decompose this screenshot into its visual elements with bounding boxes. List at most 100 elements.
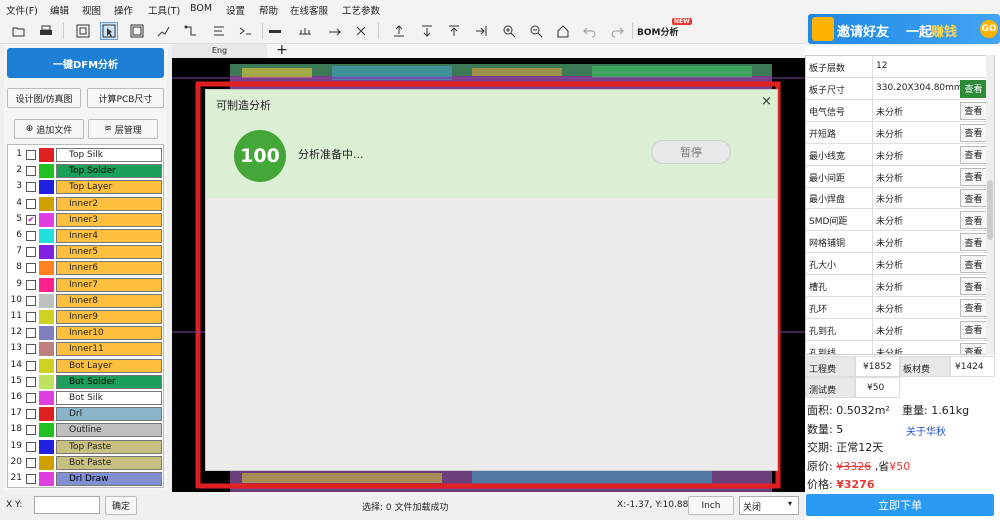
layer-visibility-checkbox[interactable] xyxy=(26,344,36,355)
layer-row[interactable]: 9 Inner7 xyxy=(8,277,165,293)
view-button[interactable]: 查看 xyxy=(960,79,987,98)
layer-color-swatch[interactable] xyxy=(39,326,54,341)
layer-color-swatch[interactable] xyxy=(39,245,54,260)
layer-row[interactable]: 20 Bot Paste xyxy=(8,455,165,471)
layer-name[interactable]: Top Layer xyxy=(56,180,162,195)
view-button[interactable]: 查看 xyxy=(960,277,987,295)
layer-row[interactable]: 3 Top Layer xyxy=(8,179,165,195)
menu-tools[interactable]: 工具(T) xyxy=(148,3,180,17)
tab-eng[interactable]: Eng xyxy=(172,44,267,58)
layer-row[interactable]: 2 Top Solder xyxy=(8,163,165,179)
layer-visibility-checkbox[interactable] xyxy=(26,360,36,371)
layer-visibility-checkbox[interactable] xyxy=(26,425,36,436)
layer-row[interactable]: 5 ✔ Inner3 xyxy=(8,212,165,228)
layer-row[interactable]: 18 Outline xyxy=(8,422,165,438)
layer-visibility-checkbox[interactable] xyxy=(26,457,36,468)
layer-color-swatch[interactable] xyxy=(39,472,54,486)
one-click-dfm-button[interactable]: 一键DFM分析 xyxy=(7,48,164,78)
layer-color-swatch[interactable] xyxy=(39,180,54,195)
layer-name[interactable]: Inner7 xyxy=(56,277,162,292)
order-now-button[interactable]: 立即下单 xyxy=(806,494,994,516)
layer-color-swatch[interactable] xyxy=(39,164,54,179)
open-icon[interactable] xyxy=(10,22,28,40)
menu-online-service[interactable]: 在线客服 xyxy=(290,3,328,17)
layer-color-swatch[interactable] xyxy=(39,407,54,422)
view-button[interactable]: 查看 xyxy=(960,233,987,252)
layer-color-swatch[interactable] xyxy=(39,229,54,243)
layer-visibility-checkbox[interactable] xyxy=(26,441,36,452)
confirm-button[interactable]: 确定 xyxy=(105,496,137,515)
layer-down-icon[interactable] xyxy=(418,22,436,40)
layer-visibility-checkbox[interactable] xyxy=(26,279,36,290)
layer-name[interactable]: Top Solder xyxy=(56,164,162,179)
flip-icon[interactable] xyxy=(352,22,370,40)
redo-icon[interactable] xyxy=(608,22,626,40)
view-button[interactable]: 查看 xyxy=(960,145,987,164)
layer-name[interactable]: Inner11 xyxy=(56,342,162,357)
layer-visibility-checkbox[interactable] xyxy=(26,295,36,306)
view-button[interactable]: 查看 xyxy=(960,123,987,142)
dimension-icon[interactable] xyxy=(210,22,228,40)
layer-row[interactable]: 21 Drl Draw xyxy=(8,471,165,487)
layer-color-swatch[interactable] xyxy=(39,212,54,227)
layer-visibility-checkbox[interactable] xyxy=(26,231,36,241)
about-huaqiu-link[interactable]: 关于华秋 xyxy=(906,423,946,438)
scrollbar-thumb[interactable] xyxy=(987,180,993,240)
menu-edit[interactable]: 编辑 xyxy=(50,3,69,17)
mode-select[interactable]: 关闭 ▾ xyxy=(739,496,799,515)
layer-row[interactable]: 13 Inner11 xyxy=(8,341,165,357)
close-icon[interactable]: × xyxy=(761,94,772,109)
layer-name[interactable]: Inner4 xyxy=(56,229,162,243)
view-button[interactable]: 查看 xyxy=(960,342,987,354)
layer-color-swatch[interactable] xyxy=(39,277,54,292)
layer-row[interactable]: 8 Inner6 xyxy=(8,260,165,276)
layer-color-swatch[interactable] xyxy=(39,310,54,324)
layer-row[interactable]: 7 Inner5 xyxy=(8,244,165,260)
layer-up-icon[interactable] xyxy=(390,22,408,40)
layer-color-swatch[interactable] xyxy=(39,293,54,308)
layer-color-swatch[interactable] xyxy=(39,423,54,438)
layer-name[interactable]: Bot Solder xyxy=(56,374,162,389)
arrow-measure-icon[interactable] xyxy=(326,22,344,40)
select-area-icon[interactable] xyxy=(128,22,146,40)
layer-color-swatch[interactable] xyxy=(39,358,54,373)
layer-name[interactable]: Inner3 xyxy=(56,212,162,227)
layer-row[interactable]: 1 Top Silk xyxy=(8,147,165,163)
layer-visibility-checkbox[interactable] xyxy=(26,409,36,420)
layer-row[interactable]: 11 Inner9 xyxy=(8,309,165,325)
layer-name[interactable]: Top Silk xyxy=(56,148,162,162)
invite-banner[interactable]: 邀请好友 一起 赚钱 GO xyxy=(808,14,1000,44)
layer-name[interactable]: Inner6 xyxy=(56,261,162,276)
zoom-out-icon[interactable] xyxy=(527,22,545,40)
layer-color-swatch[interactable] xyxy=(39,261,54,276)
layer-name[interactable]: Inner10 xyxy=(56,326,162,341)
layer-row[interactable]: 15 Bot Solder xyxy=(8,374,165,390)
add-tab-icon[interactable]: + xyxy=(276,42,288,58)
view-button[interactable]: 查看 xyxy=(960,101,987,120)
layer-row[interactable]: 12 Inner10 xyxy=(8,325,165,341)
xy-input[interactable] xyxy=(34,496,100,514)
view-button[interactable]: 查看 xyxy=(960,167,987,186)
menu-bom[interactable]: BOM xyxy=(190,3,212,14)
layer-color-swatch[interactable] xyxy=(39,374,54,389)
layer-name[interactable]: Inner8 xyxy=(56,293,162,308)
layer-name[interactable]: Drl Draw xyxy=(56,472,162,486)
layer-row[interactable]: 17 Drl xyxy=(8,406,165,422)
undo-icon[interactable] xyxy=(581,22,599,40)
layer-name[interactable]: Bot Layer xyxy=(56,358,162,373)
layer-name[interactable]: Bot Paste xyxy=(56,455,162,470)
layer-name[interactable]: Inner2 xyxy=(56,196,162,211)
layer-visibility-checkbox[interactable] xyxy=(26,328,36,339)
layer-management-button[interactable]: ≋ 层管理 xyxy=(88,119,158,139)
view-button[interactable]: 查看 xyxy=(960,189,987,208)
menu-settings[interactable]: 设置 xyxy=(226,3,245,17)
view-button[interactable]: 查看 xyxy=(960,320,987,339)
view-button[interactable]: 查看 xyxy=(960,255,987,274)
layer-row[interactable]: 14 Bot Layer xyxy=(8,358,165,374)
layer-visibility-checkbox[interactable] xyxy=(26,166,36,177)
zoom-in-icon[interactable] xyxy=(500,22,518,40)
line-tool-icon[interactable] xyxy=(266,22,284,40)
menu-process-params[interactable]: 工艺参数 xyxy=(342,3,380,17)
layer-color-swatch[interactable] xyxy=(39,391,54,405)
banner-go-button[interactable]: GO xyxy=(980,20,998,38)
